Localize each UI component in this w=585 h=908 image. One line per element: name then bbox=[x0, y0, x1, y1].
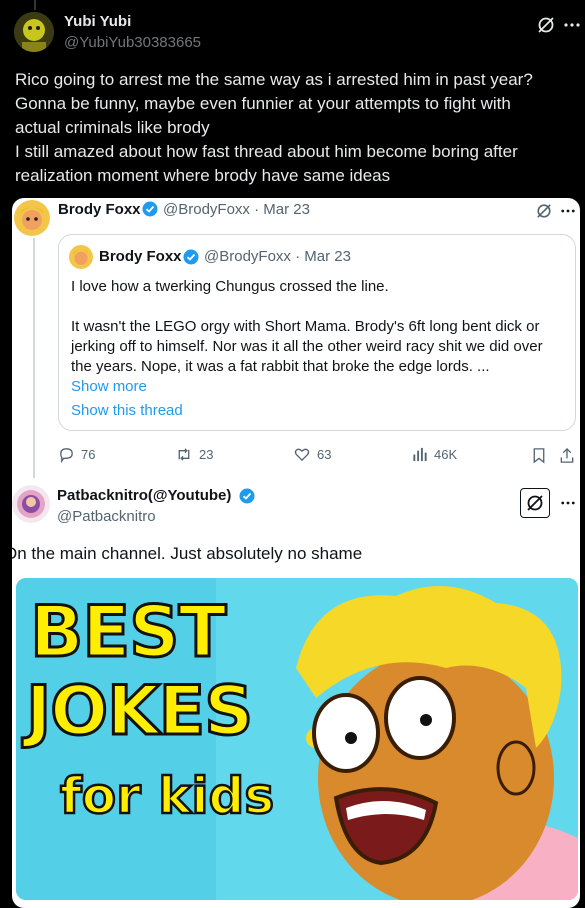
views-icon bbox=[413, 447, 427, 462]
patback-avatar[interactable] bbox=[12, 485, 50, 523]
thread-connector bbox=[34, 0, 36, 10]
reply-icon bbox=[60, 448, 73, 463]
more-options-icon[interactable] bbox=[559, 201, 577, 221]
thumbnail-title-line2: JOKES bbox=[24, 672, 254, 751]
patback-text: On the main channel. Just absolutely no … bbox=[12, 544, 363, 563]
tweet-text-line: Gonna be funny, maybe even funnier at yo… bbox=[15, 94, 511, 113]
repost-button[interactable]: 23 bbox=[175, 446, 213, 463]
brody-name[interactable]: Brody Foxx bbox=[58, 201, 141, 218]
thumbnail-title-line3: for kids bbox=[59, 767, 276, 826]
heart-icon bbox=[294, 448, 310, 462]
quoted-tweet[interactable]: Brody Foxx @BrodyFoxx · Mar 23 I love ho… bbox=[58, 234, 576, 431]
quoted-text-line: It wasn't the LEGO orgy with Short Mama.… bbox=[71, 318, 540, 335]
like-count: 63 bbox=[317, 447, 332, 462]
quoted-handle-date: @BrodyFoxx · Mar 23 bbox=[204, 248, 351, 265]
verified-badge-icon bbox=[239, 488, 255, 504]
avatar-image bbox=[14, 12, 54, 52]
quoted-avatar bbox=[69, 245, 93, 269]
attached-image[interactable]: Brody Foxx @BrodyFoxx · Mar 23 Brody Fox… bbox=[12, 198, 580, 908]
bookmark-icon[interactable] bbox=[530, 446, 548, 464]
tweet-text: Rico going to arrest me the same way as … bbox=[15, 68, 575, 188]
video-thumbnail[interactable]: BEST JOKES for kids bbox=[16, 578, 578, 900]
brody-handle-date[interactable]: @BrodyFoxx · Mar 23 bbox=[163, 201, 310, 218]
grok-icon[interactable] bbox=[535, 14, 557, 36]
brody-avatar[interactable] bbox=[14, 200, 50, 236]
tweet-text-line: Rico going to arrest me the same way as … bbox=[15, 70, 533, 89]
repost-icon bbox=[178, 448, 190, 461]
patback-name[interactable]: Patbacknitro(@Youtube) bbox=[57, 487, 231, 504]
share-icon[interactable] bbox=[558, 446, 576, 464]
quoted-name: Brody Foxx bbox=[99, 248, 182, 265]
verified-badge-icon bbox=[142, 201, 158, 217]
views-count: 46K bbox=[434, 447, 458, 462]
avatar[interactable] bbox=[14, 12, 54, 52]
tweet-text-line: realization moment where brody have same… bbox=[15, 166, 391, 185]
thumbnail-title-line1: BEST bbox=[28, 591, 227, 673]
thread-line bbox=[33, 238, 35, 478]
quoted-text-line: the years. Nope, it was a fat rabbit tha… bbox=[71, 358, 490, 375]
patback-handle[interactable]: @Patbacknitro bbox=[57, 508, 156, 525]
views-button[interactable]: 46K bbox=[412, 446, 457, 463]
more-options-icon[interactable] bbox=[559, 494, 577, 512]
quoted-text: I love how a twerking Chungus crossed th… bbox=[71, 277, 571, 421]
reply-count: 76 bbox=[81, 447, 96, 462]
show-thread-link[interactable]: Show this thread bbox=[71, 401, 571, 421]
verified-badge-icon bbox=[183, 249, 199, 265]
like-button[interactable]: 63 bbox=[293, 446, 331, 463]
grok-icon[interactable] bbox=[534, 201, 554, 221]
reply-button[interactable]: 76 bbox=[58, 446, 95, 463]
tweet-text-line: I still amazed about how fast thread abo… bbox=[15, 142, 518, 161]
author-handle[interactable]: @YubiYub30383665 bbox=[64, 34, 201, 51]
repost-count: 23 bbox=[199, 447, 214, 462]
quoted-text-line: I love how a twerking Chungus crossed th… bbox=[71, 278, 389, 295]
show-more-link[interactable]: Show more bbox=[71, 377, 571, 397]
grok-icon[interactable] bbox=[520, 488, 550, 518]
tweet-text-line: actual criminals like brody bbox=[15, 118, 210, 137]
quoted-text-line: jerking off to himself. Nor was it all t… bbox=[71, 338, 543, 355]
author-name[interactable]: Yubi Yubi bbox=[64, 13, 131, 30]
more-options-icon[interactable] bbox=[563, 14, 581, 36]
